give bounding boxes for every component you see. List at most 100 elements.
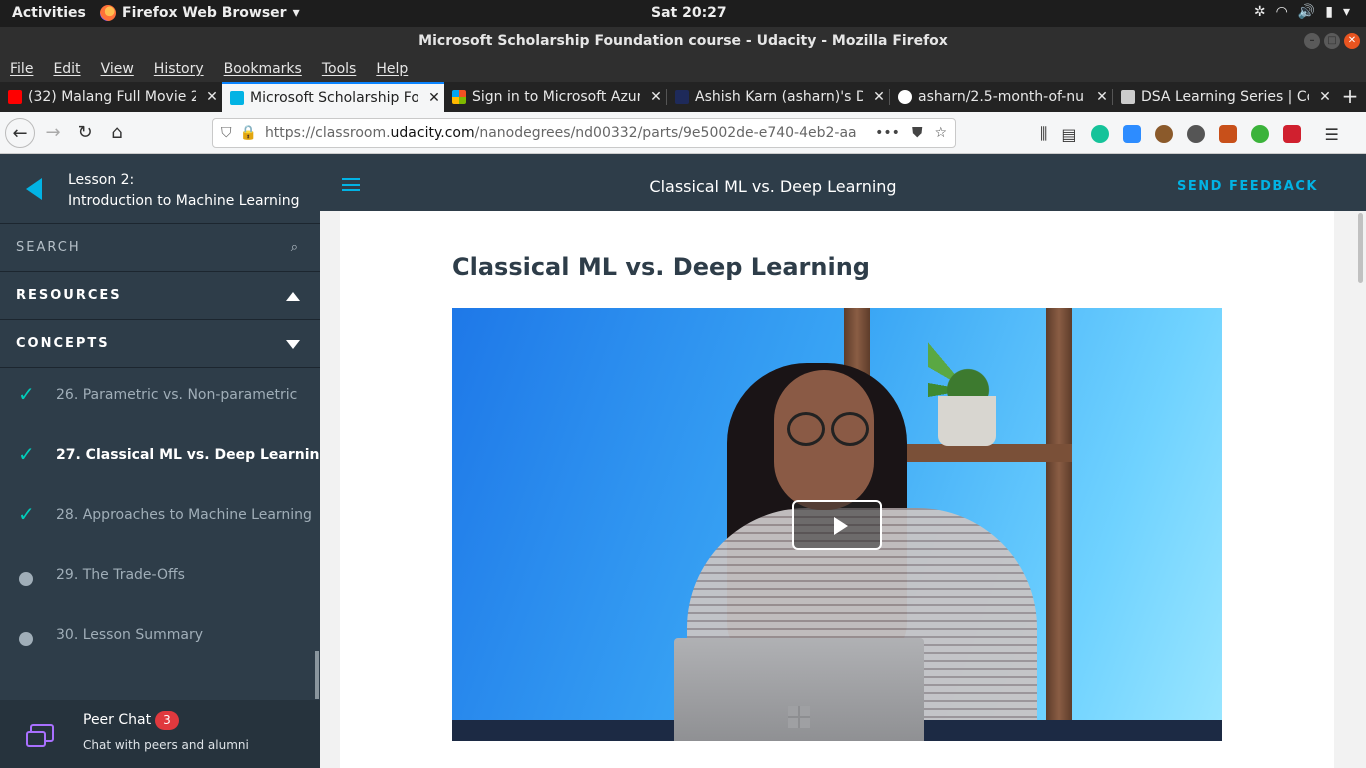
pocket-icon[interactable]: ⛊ — [912, 125, 923, 141]
incomplete-dot-icon — [19, 572, 33, 586]
youtube-icon — [8, 90, 22, 104]
concept-item-28[interactable]: ✓ 28. Approaches to Machine Learning — [0, 488, 320, 548]
cookie-icon[interactable] — [1154, 125, 1173, 143]
close-window-button[interactable]: ✕ — [1344, 33, 1360, 49]
extension-ubuntu-icon[interactable] — [1218, 125, 1237, 143]
peer-chat-badge: 3 — [155, 711, 179, 730]
minimize-button[interactable]: – — [1304, 33, 1320, 49]
concept-label: 30. Lesson Summary — [56, 627, 204, 643]
navigation-toolbar: ← → ↻ ⌂ ⛉ 🔒 https://classroom.udacity.co… — [0, 112, 1366, 154]
concept-item-27[interactable]: ✓ 27. Classical ML vs. Deep Learning — [0, 428, 330, 488]
reload-icon[interactable]: ↻ — [70, 118, 100, 148]
gnome-top-bar: Activities Firefox Web Browser ▾ Sat 20:… — [0, 0, 1366, 27]
hamburger-menu-icon[interactable]: ☰ — [1325, 125, 1339, 144]
menu-tools[interactable]: Tools — [322, 61, 357, 77]
lesson-sidebar: Lesson 2: Introduction to Machine Learni… — [0, 154, 330, 768]
app-menu[interactable]: Firefox Web Browser ▾ — [100, 5, 300, 21]
collapse-triangle-icon[interactable] — [286, 292, 300, 301]
maximize-button[interactable]: □ — [1324, 33, 1340, 49]
bookmark-star-icon[interactable]: ☆ — [934, 125, 947, 141]
back-arrow-icon[interactable]: ← — [5, 118, 35, 148]
url-bar[interactable]: ⛉ 🔒 https://classroom.udacity.com/nanode… — [212, 118, 956, 148]
sidebar-search[interactable]: SEARCH ⌕ — [0, 224, 320, 272]
new-tab-button[interactable]: + — [1335, 82, 1365, 112]
menu-history[interactable]: History — [154, 61, 204, 77]
udacity-icon — [230, 91, 244, 105]
close-tab-icon[interactable]: ✕ — [202, 89, 222, 105]
page-scrollbar-thumb[interactable] — [1358, 213, 1363, 283]
concept-label: 26. Parametric vs. Non-parametric — [56, 387, 298, 403]
peer-chat-subtitle: Chat with peers and alumni — [83, 738, 249, 752]
concept-label: 29. The Trade-Offs — [56, 567, 185, 583]
url-text[interactable]: https://classroom.udacity.com/nanodegree… — [265, 125, 867, 141]
page-actions-icon[interactable]: ••• — [875, 125, 900, 141]
account-icon[interactable] — [1186, 125, 1205, 143]
tab-title: DSA Learning Series | Co — [1141, 89, 1309, 105]
extensions-toolbar: ⫼ ▤ ☰ — [1040, 124, 1339, 144]
lesson-name: Introduction to Machine Learning — [68, 193, 300, 209]
close-tab-icon[interactable]: ✕ — [1092, 89, 1112, 105]
tab-udacity[interactable]: Microsoft Scholarship Fo ✕ — [222, 82, 444, 112]
laptop — [674, 638, 924, 741]
profile-site-icon — [675, 90, 689, 104]
concept-label: 27. Classical ML vs. Deep Learning — [56, 447, 330, 463]
lesson-title: Lesson 2: Introduction to Machine Learni… — [68, 170, 300, 212]
page-scrollbar[interactable] — [1356, 211, 1366, 768]
concept-item-30[interactable]: 30. Lesson Summary — [0, 608, 320, 668]
video-player[interactable] — [452, 308, 1222, 741]
expand-triangle-icon[interactable] — [286, 340, 300, 349]
wifi-icon[interactable]: ◠ — [1276, 4, 1288, 20]
menu-file[interactable]: File — [10, 61, 33, 77]
checkmark-icon: ✓ — [18, 502, 35, 526]
resources-label: RESOURCES — [16, 288, 122, 303]
close-tab-icon[interactable]: ✕ — [424, 90, 444, 106]
volume-icon[interactable]: 🔊 — [1298, 4, 1315, 20]
shield-icon[interactable]: ⛉ — [221, 125, 232, 141]
activities-button[interactable]: Activities — [12, 5, 86, 21]
close-tab-icon[interactable]: ✕ — [869, 89, 889, 105]
close-tab-icon[interactable]: ✕ — [646, 89, 666, 105]
play-button[interactable] — [792, 500, 882, 550]
tab-dsa-series[interactable]: DSA Learning Series | Co ✕ — [1113, 82, 1335, 112]
peer-chat-panel[interactable]: Peer Chat 3 Chat with peers and alumni — [0, 700, 320, 768]
tab-azure-signin[interactable]: Sign in to Microsoft Azur ✕ — [444, 82, 666, 112]
tab-github[interactable]: asharn/2.5-month-of-nu ✕ — [890, 82, 1112, 112]
menu-help[interactable]: Help — [376, 61, 408, 77]
menu-bookmarks[interactable]: Bookmarks — [224, 61, 302, 77]
accessibility-icon[interactable]: ✲ — [1254, 4, 1266, 20]
grammarly-icon[interactable] — [1090, 125, 1109, 143]
concepts-label: CONCEPTS — [16, 336, 110, 351]
home-icon[interactable]: ⌂ — [102, 118, 132, 148]
lock-icon[interactable]: 🔒 — [240, 125, 257, 141]
back-triangle-icon[interactable] — [26, 178, 42, 200]
close-tab-icon[interactable]: ✕ — [1315, 89, 1335, 105]
sidebar-icon[interactable]: ▤ — [1061, 125, 1076, 144]
presenter-glasses — [787, 412, 869, 446]
sidebar-scrollbar[interactable] — [315, 651, 319, 699]
window-controls: – □ ✕ — [1304, 33, 1360, 49]
battery-icon[interactable]: ▮ — [1325, 4, 1333, 20]
concept-item-26[interactable]: ✓ 26. Parametric vs. Non-parametric — [0, 368, 320, 428]
concept-item-29[interactable]: 29. The Trade-Offs — [0, 548, 320, 608]
lesson-number: Lesson 2: — [68, 172, 135, 188]
concept-card: Classical ML vs. Deep Learning — [340, 211, 1334, 768]
extension-green-icon[interactable] — [1250, 125, 1269, 143]
tab-title: (32) Malang Full Movie 2 — [28, 89, 196, 105]
zoom-icon[interactable] — [1122, 125, 1141, 143]
extension-red-icon[interactable] — [1282, 125, 1301, 143]
menu-view[interactable]: View — [101, 61, 134, 77]
send-feedback-button[interactable]: SEND FEEDBACK — [1177, 179, 1318, 194]
tab-youtube[interactable]: (32) Malang Full Movie 2 ✕ — [0, 82, 222, 112]
resources-section[interactable]: RESOURCES — [0, 272, 320, 320]
lesson-header[interactable]: Lesson 2: Introduction to Machine Learni… — [0, 154, 320, 224]
concepts-section[interactable]: CONCEPTS — [0, 320, 320, 368]
library-icon[interactable]: ⫼ — [1040, 124, 1047, 144]
classroom-header: Classical ML vs. Deep Learning SEND FEED… — [320, 154, 1366, 211]
power-menu-icon[interactable]: ▾ — [1343, 4, 1350, 20]
menu-edit[interactable]: Edit — [53, 61, 80, 77]
search-icon[interactable]: ⌕ — [291, 224, 300, 272]
clock[interactable]: Sat 20:27 — [651, 5, 727, 21]
forward-arrow-icon[interactable]: → — [38, 118, 68, 148]
system-tray[interactable]: ✲ ◠ 🔊 ▮ ▾ — [1254, 4, 1350, 20]
tab-ashish-karn[interactable]: Ashish Karn (asharn)'s D ✕ — [667, 82, 889, 112]
